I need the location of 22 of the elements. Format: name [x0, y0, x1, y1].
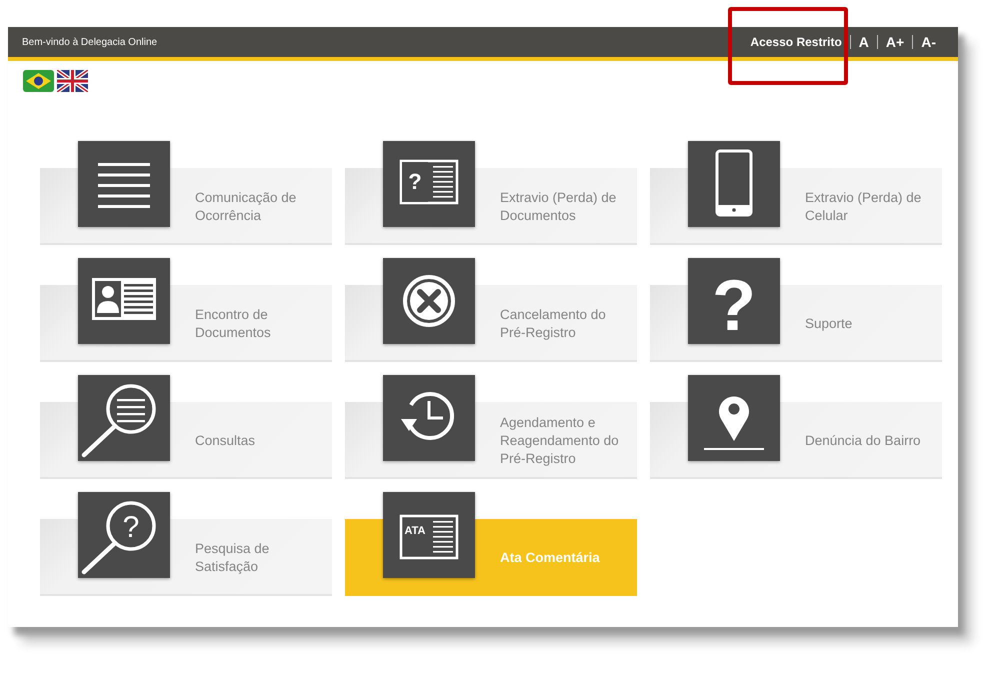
search-icon: [78, 375, 170, 461]
id-card-icon: [78, 258, 170, 344]
font-size-link[interactable]: A-: [912, 35, 944, 49]
service-tile[interactable]: ? Extravio (Perda) de Documentos: [345, 141, 637, 245]
uk-flag-icon[interactable]: [57, 70, 88, 92]
welcome-text: Bem-vindo à Delegacia Online: [22, 36, 158, 48]
service-tile[interactable]: ? Suporte: [650, 258, 942, 362]
question-mark-icon: ?: [688, 258, 780, 344]
restricted-access-link[interactable]: Acesso Restrito: [742, 35, 850, 49]
document-ata-icon: ATA: [383, 492, 475, 578]
location-pin-icon: [688, 375, 780, 461]
document-question-icon: ?: [383, 141, 475, 227]
phone-icon: [688, 141, 780, 227]
service-tile[interactable]: ATA Ata Comentária: [345, 492, 637, 596]
text-lines-icon: [78, 141, 170, 227]
font-size-link[interactable]: A+: [876, 35, 912, 49]
cancel-icon: [383, 258, 475, 344]
history-clock-icon: [383, 375, 475, 461]
search-question-icon: ?: [78, 492, 170, 578]
service-tile[interactable]: ? Pesquisa de Satisfação: [40, 492, 332, 596]
brazil-flag-icon[interactable]: [23, 70, 54, 92]
font-size-link[interactable]: A: [850, 35, 877, 49]
